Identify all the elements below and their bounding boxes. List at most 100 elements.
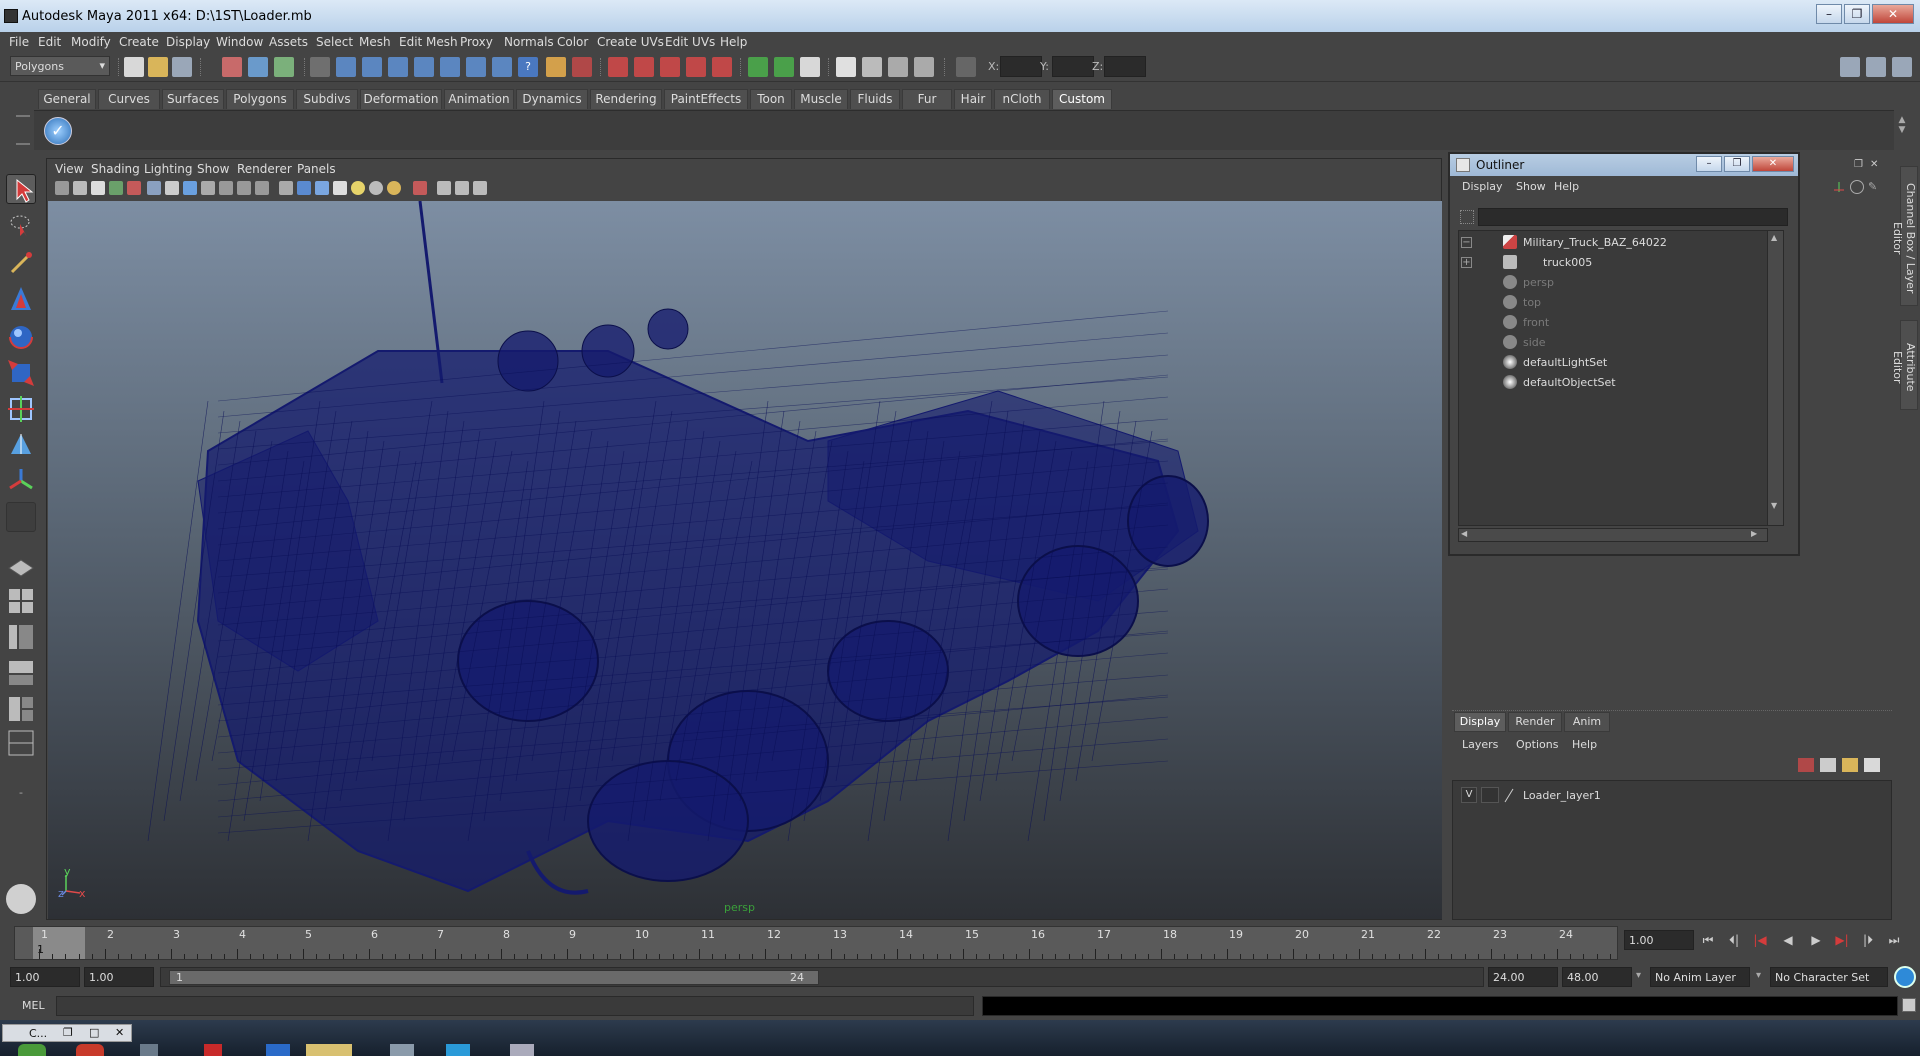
- snap-point-icon[interactable]: [388, 57, 408, 77]
- go-to-end-icon[interactable]: ⏭: [1884, 930, 1904, 950]
- show-manipulator-icon[interactable]: [6, 466, 36, 496]
- resolution-gate-icon[interactable]: [183, 181, 197, 195]
- thumb-close-icon[interactable]: ✕: [115, 1026, 124, 1039]
- shelf-tab-curves[interactable]: Curves: [98, 89, 160, 109]
- outliner-row-truck-root[interactable]: − Military_Truck_BAZ_64022: [1459, 233, 1769, 251]
- snap-surface-icon[interactable]: [466, 57, 486, 77]
- step-forward-key-icon[interactable]: ▶|: [1832, 930, 1852, 950]
- outliner-row-persp[interactable]: persp: [1459, 273, 1769, 291]
- clapper-icon[interactable]: [836, 57, 856, 77]
- shelf-tab-polygons[interactable]: Polygons: [226, 89, 294, 109]
- vp-menu-lighting[interactable]: Lighting: [144, 162, 193, 176]
- layer-visibility-toggle[interactable]: V: [1461, 787, 1477, 803]
- character-set-chevron-icon[interactable]: ▾: [1756, 970, 1768, 981]
- single-pane-layout-icon[interactable]: [6, 550, 36, 580]
- construction-history-icon[interactable]: [572, 57, 592, 77]
- custom-layout-icon[interactable]: [6, 728, 36, 758]
- four-pane-layout-icon[interactable]: [6, 586, 36, 616]
- move-layer-down-icon[interactable]: [1820, 758, 1836, 772]
- layer-tab-display[interactable]: Display: [1454, 712, 1506, 732]
- ipr-render-icon[interactable]: [660, 57, 680, 77]
- vp-menu-view[interactable]: View: [55, 162, 83, 176]
- select-by-hierarchy-icon[interactable]: [222, 57, 242, 77]
- anim-layer-dropdown[interactable]: No Anim Layer: [1650, 967, 1750, 987]
- safe-title-icon[interactable]: [255, 181, 269, 195]
- layer-tab-render[interactable]: Render: [1508, 712, 1562, 732]
- channel-box-sphere-icon[interactable]: [1850, 180, 1864, 194]
- use-lights-icon[interactable]: [351, 181, 365, 195]
- play-backwards-icon[interactable]: ◀: [1778, 930, 1798, 950]
- layer-row[interactable]: V Loader_layer1: [1453, 785, 1891, 805]
- layout-more-icon[interactable]: -: [6, 778, 36, 808]
- film-gate-icon[interactable]: [165, 181, 179, 195]
- last-tool-slot[interactable]: [6, 502, 36, 532]
- dock-float-icon[interactable]: ❐: [1854, 160, 1866, 172]
- menu-proxy[interactable]: Proxy: [460, 35, 493, 49]
- wireframe-on-shaded-icon[interactable]: [315, 181, 329, 195]
- outliner-maximize-icon[interactable]: ❐: [1724, 156, 1750, 172]
- taskbar-app-icon-2[interactable]: [390, 1044, 414, 1056]
- menu-create[interactable]: Create: [119, 35, 159, 49]
- new-scene-icon[interactable]: [124, 57, 144, 77]
- outliner-title-bar[interactable]: Outliner – ❐ ✕: [1450, 154, 1798, 176]
- layout-icon-1[interactable]: [1840, 57, 1860, 77]
- scroll-right-icon[interactable]: ▶: [1751, 529, 1757, 538]
- explorer-taskbar-icon[interactable]: [306, 1044, 352, 1056]
- anim-layer-chevron-icon[interactable]: ▾: [1636, 970, 1648, 981]
- gate-mask-icon[interactable]: [201, 181, 215, 195]
- menu-edit-mesh[interactable]: Edit Mesh: [399, 35, 458, 49]
- xray-icon[interactable]: [437, 181, 451, 195]
- range-slider-track[interactable]: 1 24: [160, 967, 1484, 987]
- menu-display[interactable]: Display: [166, 35, 210, 49]
- menu-edit-uvs[interactable]: Edit UVs: [665, 35, 715, 49]
- outliner-close-icon[interactable]: ✕: [1752, 156, 1794, 172]
- scroll-up-icon[interactable]: ▲: [1771, 233, 1777, 242]
- textured-icon[interactable]: [333, 181, 347, 195]
- end-time-field[interactable]: 48.00: [1562, 967, 1632, 987]
- vp-menu-renderer[interactable]: Renderer: [237, 162, 292, 176]
- shelf-tab-fluids[interactable]: Fluids: [850, 89, 900, 109]
- save-scene-icon[interactable]: [172, 57, 192, 77]
- open-scene-icon[interactable]: [148, 57, 168, 77]
- shelf-tab-rendering[interactable]: Rendering: [590, 89, 662, 109]
- collapse-icon[interactable]: −: [1461, 237, 1472, 248]
- attribute-editor-toggle-icon[interactable]: [748, 57, 768, 77]
- vp-menu-panels[interactable]: Panels: [297, 162, 336, 176]
- close-icon[interactable]: ✕: [1872, 4, 1914, 24]
- isolate-select-icon[interactable]: [413, 181, 427, 195]
- taskbar-app-icon-1[interactable]: [140, 1044, 158, 1056]
- menu-create-uvs[interactable]: Create UVs: [597, 35, 664, 49]
- menu-mesh[interactable]: Mesh: [359, 35, 391, 49]
- layout-icon-2[interactable]: [1866, 57, 1886, 77]
- shelf-tab-ncloth[interactable]: nCloth: [994, 89, 1050, 109]
- bookmark-icon[interactable]: [91, 181, 105, 195]
- channel-box-tab[interactable]: Channel Box / Layer Editor: [1891, 166, 1918, 306]
- menu-file[interactable]: File: [9, 35, 29, 49]
- layer-color-swatch-icon[interactable]: [1503, 787, 1515, 803]
- step-back-key-icon[interactable]: |◀: [1750, 930, 1770, 950]
- command-language-label[interactable]: MEL: [22, 999, 45, 1012]
- shelf-tab-deformation[interactable]: Deformation: [360, 89, 442, 109]
- wireframe-icon[interactable]: [279, 181, 293, 195]
- command-input[interactable]: [56, 996, 974, 1016]
- scroll-left-icon[interactable]: ◀: [1461, 529, 1467, 538]
- minimize-icon[interactable]: –: [1816, 4, 1842, 24]
- character-set-dropdown[interactable]: No Character Set: [1770, 967, 1888, 987]
- shelf-tab-general[interactable]: General: [38, 89, 96, 109]
- layer-type-toggle[interactable]: [1481, 787, 1499, 803]
- cache-icon[interactable]: [914, 57, 934, 77]
- shadows-icon[interactable]: [369, 181, 383, 195]
- auto-key-icon[interactable]: [1894, 966, 1916, 988]
- hypershade-layout-icon[interactable]: [6, 694, 36, 724]
- step-forward-frame-icon[interactable]: |⏵: [1858, 930, 1878, 950]
- layer-menu-options[interactable]: Options: [1516, 738, 1558, 751]
- menu-normals[interactable]: Normals: [504, 35, 554, 49]
- rotate-tool-icon[interactable]: [6, 322, 36, 352]
- skype-taskbar-icon[interactable]: [446, 1044, 470, 1056]
- expand-icon[interactable]: +: [1461, 257, 1472, 268]
- script-editor-icon[interactable]: [1902, 998, 1916, 1012]
- shelf-tab-dynamics[interactable]: Dynamics: [516, 89, 588, 109]
- thumb-maximize-icon[interactable]: □: [89, 1026, 99, 1039]
- vp-menu-show[interactable]: Show: [197, 162, 229, 176]
- current-time-field[interactable]: 1.00: [1624, 930, 1694, 950]
